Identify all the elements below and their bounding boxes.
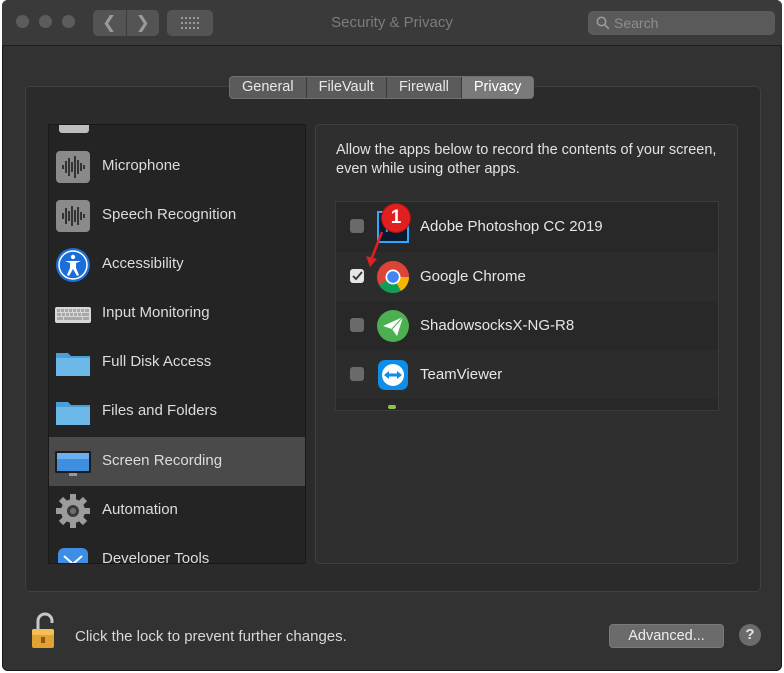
sidebar-item-speech-recognition[interactable]: Speech Recognition: [49, 191, 305, 240]
folder-icon: [56, 402, 90, 425]
partial-item-icon: [59, 125, 89, 133]
app-name: TeamViewer: [420, 366, 503, 383]
checkmark-icon: [351, 271, 363, 281]
xcode-icon: [58, 548, 88, 563]
monitor-icon: [55, 451, 91, 476]
title-bar: ❮ ❯ Security & Privacy Search: [2, 0, 782, 46]
screen-recording-panel: Allow the apps below to record the conte…: [315, 124, 738, 564]
back-button[interactable]: ❮: [93, 10, 126, 36]
gear-icon: [56, 494, 90, 528]
app-name: ShadowsocksX-NG-R8: [420, 317, 575, 334]
search-input[interactable]: Search: [588, 11, 775, 35]
teamviewer-icon: [378, 360, 408, 390]
accessibility-icon: [56, 248, 90, 282]
sidebar-item-automation[interactable]: Automation: [49, 486, 305, 535]
panel-description: Allow the apps below to record the conte…: [336, 142, 717, 177]
chevron-right-icon: ❯: [135, 13, 150, 32]
close-window-button[interactable]: [16, 15, 29, 28]
app-checkbox[interactable]: [350, 367, 364, 381]
app-list[interactable]: Ps Adobe Photoshop CC 2019: [335, 201, 719, 411]
tab-general[interactable]: General: [230, 77, 306, 98]
sidebar-item-label: Speech Recognition: [102, 206, 237, 223]
partial-app-icon: [388, 405, 396, 409]
folder-icon: [56, 353, 90, 376]
tab-bar: General FileVault Firewall Privacy: [229, 76, 535, 99]
speech-waveform-icon: [56, 200, 90, 232]
sidebar-item-label: Developer Tools: [102, 550, 210, 564]
keyboard-icon: [55, 307, 91, 323]
sidebar-item-label: Accessibility: [102, 255, 184, 272]
sidebar-item-label: Microphone: [102, 157, 181, 174]
app-row-teamviewer[interactable]: TeamViewer: [336, 350, 718, 399]
sidebar-item-accessibility[interactable]: Accessibility: [49, 240, 305, 289]
minimize-window-button[interactable]: [39, 15, 52, 28]
sidebar-item-label: Automation: [102, 501, 178, 518]
show-all-button[interactable]: [167, 10, 213, 36]
forward-button[interactable]: ❯: [125, 10, 160, 36]
app-name: Adobe Photoshop CC 2019: [420, 218, 603, 235]
sidebar-item-label: Files and Folders: [102, 402, 218, 419]
zoom-window-button[interactable]: [62, 15, 75, 28]
app-checkbox[interactable]: [350, 318, 364, 332]
annotation-badge: 1: [382, 204, 410, 232]
tab-filevault[interactable]: FileVault: [305, 77, 386, 98]
app-row-partial: [336, 399, 718, 410]
sidebar-item-label: Full Disk Access: [102, 353, 212, 370]
tab-firewall[interactable]: Firewall: [385, 77, 461, 98]
grid-icon: [181, 17, 199, 29]
help-button[interactable]: ?: [739, 624, 761, 646]
microphone-waveform-icon: [56, 151, 90, 183]
lock-message: Click the lock to prevent further change…: [75, 628, 347, 645]
lock-icon[interactable]: [29, 612, 59, 650]
nav-buttons: ❮ ❯: [93, 10, 159, 36]
annotation-arrow-icon: [366, 231, 384, 267]
chevron-left-icon: ❮: [102, 13, 117, 32]
search-placeholder: Search: [614, 15, 659, 31]
sidebar-item-screen-recording[interactable]: Screen Recording: [49, 437, 305, 486]
privacy-category-list[interactable]: Microphone Speech Recognition Accessibil…: [48, 124, 306, 564]
sidebar-item-label: Input Monitoring: [102, 304, 210, 321]
window-title: Security & Privacy: [331, 14, 453, 31]
sidebar-item-files-and-folders[interactable]: Files and Folders: [49, 387, 305, 436]
advanced-button[interactable]: Advanced...: [609, 624, 724, 648]
sidebar-item-microphone[interactable]: Microphone: [49, 142, 305, 191]
paper-plane-icon: [377, 310, 409, 342]
app-checkbox[interactable]: [350, 219, 364, 233]
app-name: Google Chrome: [420, 268, 526, 285]
sidebar-item-label: Screen Recording: [102, 452, 223, 469]
sidebar-item-developer-tools[interactable]: Developer Tools: [49, 535, 305, 564]
sidebar-item-input-monitoring[interactable]: Input Monitoring: [49, 289, 305, 338]
window: ❮ ❯ Security & Privacy Search General Fi…: [2, 0, 782, 671]
search-icon: [596, 16, 610, 30]
app-row-shadowsocks[interactable]: ShadowsocksX-NG-R8: [336, 301, 718, 350]
tab-privacy[interactable]: Privacy: [460, 77, 534, 98]
app-row-google-chrome[interactable]: Google Chrome: [336, 252, 718, 301]
sidebar-item-full-disk-access[interactable]: Full Disk Access: [49, 338, 305, 387]
app-checkbox-checked[interactable]: [350, 269, 364, 283]
